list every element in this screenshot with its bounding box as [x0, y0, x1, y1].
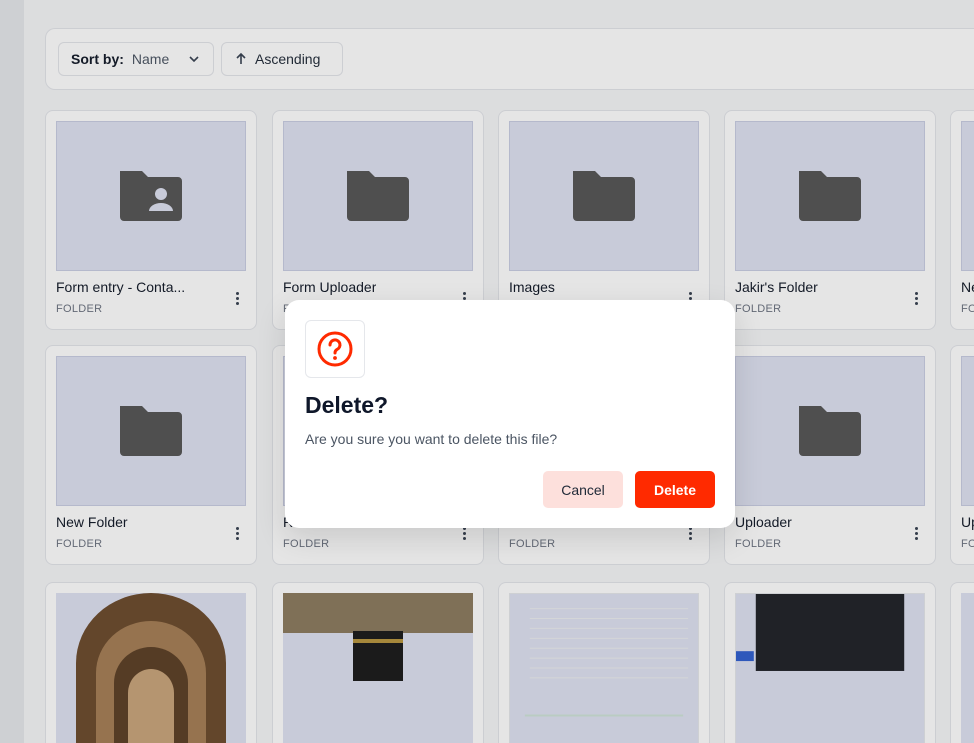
- delete-confirm-dialog: Delete? Are you sure you want to delete …: [285, 300, 735, 528]
- question-circle-icon: [317, 331, 353, 367]
- dialog-message: Are you sure you want to delete this fil…: [305, 431, 558, 447]
- dialog-title: Delete?: [305, 392, 389, 418]
- dialog-icon-box: [305, 320, 365, 378]
- delete-button[interactable]: Delete: [635, 471, 715, 508]
- cancel-button[interactable]: Cancel: [543, 471, 623, 508]
